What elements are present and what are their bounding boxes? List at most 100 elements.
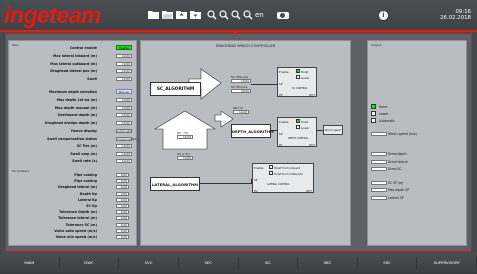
row-value[interactable]: 10.00 <box>116 98 132 102</box>
output-label: Drmd SC <box>388 167 402 171</box>
legend-swatch <box>371 104 376 109</box>
language-selector[interactable]: en <box>255 11 264 19</box>
sc-out-label: OUT <box>309 93 315 97</box>
row-value[interactable]: 0.00 <box>116 210 129 215</box>
folder-down-icon[interactable] <box>190 10 201 19</box>
ref-depth-value: 10.00 <box>233 110 249 114</box>
row-label: Draghead dredge depth (m) <box>44 120 97 125</box>
lateral-control-block[interactable]: Enable Hoist from Inboard Hoist from Out… <box>252 163 314 193</box>
sc-algorithm-block[interactable]: SC_ALGORITHM <box>150 82 201 96</box>
depth-enable-label: Enable <box>279 120 289 124</box>
row-value[interactable]: 0.00 <box>116 191 129 196</box>
row-value[interactable]: 10.00 <box>116 120 132 125</box>
nav-tab-sec[interactable]: SEC <box>179 257 239 269</box>
row-value[interactable]: 10.00 <box>116 54 132 58</box>
right-panel: Output Hoist Lower Automatic Winch speed (… <box>367 40 467 246</box>
output-label: Drmd lateral <box>388 159 408 164</box>
row-value[interactable]: Automatic <box>116 129 132 133</box>
row-value[interactable]: Compensated <box>116 136 136 141</box>
nav-tab-isc[interactable]: ISC <box>239 257 299 269</box>
lateral-algorithm-block[interactable]: LATERAL_ALGORITHM <box>150 177 200 191</box>
depth-connector <box>271 130 277 131</box>
winch-select-block[interactable]: Winch select <box>323 125 343 135</box>
folder-open-icon[interactable] <box>162 10 173 19</box>
row-value[interactable]: 10.00 <box>116 144 132 148</box>
info-icon[interactable]: i <box>379 11 388 20</box>
h3-value: 10.00 <box>177 156 193 160</box>
row-label: Max lateral outboard (m) <box>50 61 97 66</box>
zoom-fit-icon[interactable] <box>231 10 241 20</box>
row-value[interactable]: 0.00 <box>116 235 129 239</box>
row-label: Overboard depth (m) <box>57 113 97 117</box>
row-value[interactable]: 0.00 <box>116 222 129 227</box>
depth-out-label: OUT <box>309 143 315 147</box>
row-value[interactable]: 0.00 <box>116 179 129 184</box>
sc-pv-label: PV <box>279 93 283 97</box>
row-value[interactable]: 10.00 <box>116 61 132 66</box>
row-value[interactable]: 0.00 <box>116 228 129 233</box>
lateral-connector <box>200 183 252 184</box>
row-value[interactable]: 10.00 <box>116 159 132 163</box>
sc-hoist-indicator <box>296 69 300 73</box>
folder-up-icon[interactable] <box>176 10 187 19</box>
sc-min-value: 10.00 <box>231 89 251 93</box>
nav-tab-sbc[interactable]: SBC <box>298 257 358 269</box>
row-label: Swell compensation status <box>47 136 97 141</box>
row-value[interactable]: 10.00 <box>116 69 132 73</box>
row-label: Tolerance SC (m) <box>65 222 97 227</box>
zoom-out-icon[interactable] <box>219 10 229 20</box>
nav-tab-svc[interactable]: SVC <box>119 257 179 269</box>
output-label: Drmd depth <box>388 152 407 156</box>
legend-swatch <box>371 111 376 116</box>
row-value[interactable]: 0.00 <box>116 216 129 221</box>
depth-algorithm-block[interactable]: DEPTH_ALGORITHM <box>231 124 274 138</box>
up-arrow <box>153 110 217 150</box>
nav-tab-dwc[interactable]: DWC <box>60 257 120 269</box>
output-label: SC SP (m) <box>388 180 404 185</box>
row-value[interactable]: 10.00 <box>116 113 132 117</box>
row-label: Draghead lateral pos (m) <box>50 69 97 73</box>
row-value[interactable]: 10.00 <box>116 76 132 81</box>
row-value[interactable]: 0.00 <box>116 185 129 190</box>
clock-date: 26.02.2018 <box>440 15 471 22</box>
folder-icon[interactable] <box>148 10 159 19</box>
lat-inboard-label: Hoist from Inboard <box>274 165 301 170</box>
row-label: Pipe cooling <box>74 179 97 184</box>
zoom-reset-icon[interactable] <box>243 10 253 20</box>
row-value[interactable]: 0.00 <box>116 204 129 208</box>
row-label: Heave display <box>71 129 97 133</box>
row-label: Lateral Kp <box>77 197 97 202</box>
sc-hoist-label: Hoist <box>301 69 309 74</box>
row-label: SC Kp <box>86 204 97 208</box>
legend-label: Hoist <box>379 105 387 109</box>
control-enable-button[interactable]: Enable <box>116 45 132 50</box>
depth-lower-indicator <box>296 125 300 129</box>
depth-hoist-indicator <box>296 119 300 123</box>
max-depth-selection-label: Maximum depth selection <box>49 90 97 94</box>
row-label: Swell rate (s) <box>72 159 97 163</box>
row-value[interactable]: 10.00 <box>116 105 132 110</box>
row-label: Max depth manual (m) <box>54 105 97 110</box>
depth-hoist-label: Hoist <box>301 119 309 124</box>
h2-value: 10.00 <box>177 135 193 139</box>
camera-icon[interactable] <box>277 12 289 19</box>
nav-tab-src[interactable]: SRC <box>358 257 418 269</box>
row-value[interactable]: 0.00 <box>116 173 129 177</box>
depth-control-block[interactable]: Enable Hoist Lower SP DEPTH CONTROL PV O… <box>277 117 317 147</box>
row-label: Valve auto speed (m/s) <box>54 228 97 233</box>
sc-control-block[interactable]: Enable Hoist Lower SP SC CONTROL PV OUT <box>277 67 317 97</box>
controller-diagram: DRAGHEAD WINCH CONTROLLER SC_ALGORITHM D… <box>140 40 351 246</box>
sc-lower-label: Lower <box>301 75 310 80</box>
zoom-in-icon[interactable] <box>207 10 217 20</box>
row-label: Depth Kp <box>79 191 97 196</box>
output-value <box>371 159 387 164</box>
row-label: Tolerance Depth (m) <box>59 210 97 215</box>
max-depth-selection-button[interactable]: Manual <box>116 89 132 94</box>
row-value[interactable]: 10.00 <box>116 151 132 156</box>
nav-tab-supervisory[interactable]: SUPERVISORY <box>417 257 477 269</box>
row-label: Draghead lateral (m) <box>57 185 97 190</box>
lateral-connector-v <box>251 179 252 184</box>
row-value[interactable]: 0.00 <box>116 197 129 202</box>
winch-speed-label: Winch speed (m/s) <box>388 132 417 136</box>
nav-tab-main[interactable]: MAIN <box>0 257 60 269</box>
